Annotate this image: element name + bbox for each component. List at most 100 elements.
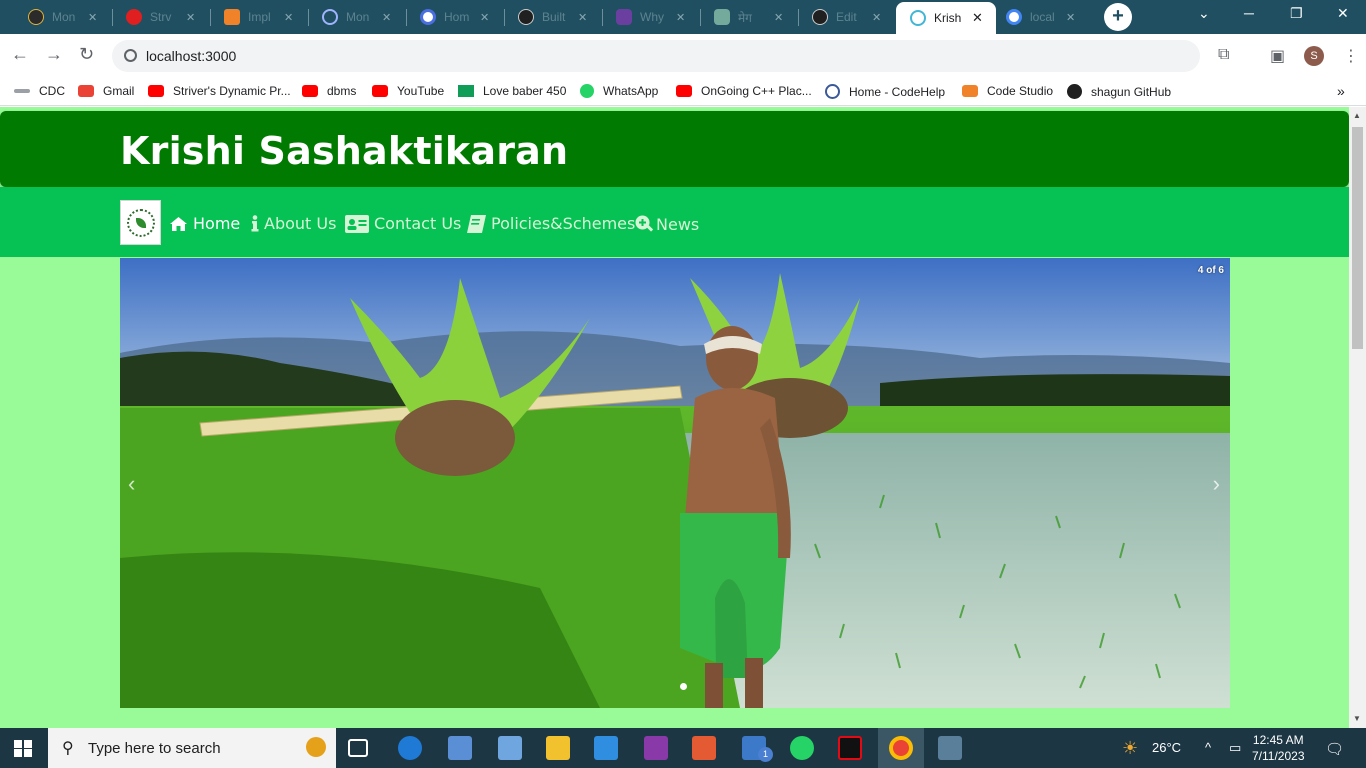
netflix-icon[interactable] [838, 736, 862, 760]
close-icon[interactable]: ✕ [382, 11, 391, 24]
browser-tab[interactable]: Hom ✕ [414, 4, 502, 30]
browser-tab[interactable]: Impl ✕ [218, 4, 306, 30]
back-icon[interactable]: ← [11, 44, 29, 65]
close-icon[interactable]: ✕ [1066, 11, 1075, 24]
nav-news[interactable]: News [634, 214, 699, 234]
reload-icon[interactable]: ↻ [79, 44, 94, 65]
youtube-icon [676, 85, 692, 97]
chevron-right-icon[interactable]: › [1213, 471, 1220, 497]
bookmark-label: Striver's Dynamic Pr... [173, 84, 291, 98]
taskbar-app-active[interactable] [878, 728, 924, 768]
carousel-dot[interactable] [680, 683, 687, 690]
edge-icon[interactable] [398, 736, 422, 760]
pc-icon[interactable] [498, 736, 522, 760]
browser-tab[interactable]: Strv ✕ [120, 4, 208, 30]
scroll-down-icon[interactable]: ▼ [1353, 714, 1361, 723]
forward-icon[interactable]: → [45, 44, 63, 65]
bookmark-item[interactable]: shagun GitHub [1067, 84, 1171, 99]
vscode-icon[interactable] [594, 736, 618, 760]
extensions-icon[interactable]: ⧉ [1218, 46, 1229, 64]
browser-tab-active[interactable]: Krish ✕ [896, 2, 996, 34]
bookmark-label: OnGoing C++ Plac... [701, 84, 812, 98]
chrome-icon[interactable] [889, 736, 913, 760]
bookmark-item[interactable]: WhatsApp [580, 84, 658, 98]
photos-icon[interactable] [448, 736, 472, 760]
chevron-left-icon[interactable]: ‹ [128, 471, 135, 497]
tray-chevron-icon[interactable]: ^ [1205, 740, 1211, 755]
react-icon [910, 10, 926, 26]
onenote-icon[interactable] [644, 736, 668, 760]
google-icon [1006, 9, 1022, 25]
menu-icon[interactable]: ⋮ [1343, 46, 1359, 66]
nav-label: About Us [264, 214, 337, 233]
site-logo[interactable] [120, 200, 161, 245]
whatsapp-icon[interactable] [790, 736, 814, 760]
window-close-icon[interactable]: ✕ [1337, 5, 1349, 22]
search-highlight-icon[interactable] [306, 737, 326, 757]
gmail-icon [78, 85, 94, 97]
side-panel-icon[interactable]: ▣ [1270, 46, 1285, 66]
page-scrollbar[interactable]: ▲ ▼ [1349, 107, 1366, 728]
bookmark-item[interactable]: OnGoing C++ Plac... [676, 84, 812, 98]
calculator-icon[interactable] [938, 736, 962, 760]
tab-title: Mon [346, 10, 370, 24]
close-icon[interactable]: ✕ [284, 11, 293, 24]
close-icon[interactable]: ✕ [480, 11, 489, 24]
site-info-icon[interactable] [124, 49, 137, 62]
bookmark-item[interactable]: Striver's Dynamic Pr... [148, 84, 291, 98]
browser-tab[interactable]: Mon ✕ [22, 4, 110, 30]
windows-start-icon[interactable] [14, 740, 32, 757]
close-icon[interactable]: ✕ [676, 11, 685, 24]
notifications-icon[interactable]: 🗨 [1325, 740, 1344, 758]
powerpoint-icon[interactable] [692, 736, 716, 760]
nav-policies[interactable]: Policies&Schemes [467, 214, 635, 233]
new-tab-button[interactable]: + [1104, 3, 1132, 31]
bookmark-item[interactable]: YouTube [372, 84, 444, 98]
taskbar-search-box[interactable]: ⚲ Type here to search [48, 728, 336, 768]
browser-tab[interactable]: local ✕ [1000, 4, 1088, 30]
close-icon[interactable]: ✕ [88, 11, 97, 24]
close-icon[interactable]: ✕ [774, 11, 783, 24]
browser-tab[interactable]: Edit ✕ [806, 4, 894, 30]
scrollbar-thumb[interactable] [1352, 127, 1363, 349]
close-icon[interactable]: ✕ [578, 11, 587, 24]
restore-icon[interactable]: ❐ [1290, 5, 1303, 22]
home-icon [170, 216, 187, 231]
bookmark-item[interactable]: Code Studio [962, 84, 1053, 98]
battery-icon[interactable]: ▭ [1229, 740, 1241, 756]
scroll-up-icon[interactable]: ▲ [1353, 111, 1361, 120]
bookmarks-overflow-button[interactable]: » [1337, 83, 1345, 99]
minimize-icon[interactable]: ─ [1244, 5, 1254, 21]
nav-label: Policies&Schemes [491, 214, 636, 233]
image-carousel[interactable]: 4 of 6 ‹ › [120, 258, 1230, 708]
browser-tab[interactable]: Why ✕ [610, 4, 698, 30]
close-icon[interactable]: ✕ [186, 11, 195, 24]
weather-temp[interactable]: 26°C [1152, 740, 1181, 755]
url-text[interactable]: localhost:3000 [146, 48, 236, 64]
address-bar[interactable]: localhost:3000 [112, 40, 1200, 72]
profile-avatar[interactable]: S [1304, 46, 1324, 66]
bookmark-item[interactable]: Home - CodeHelp [825, 84, 945, 99]
bookmark-item[interactable]: CDC [14, 84, 65, 98]
task-view-icon[interactable] [348, 739, 368, 757]
nav-home[interactable]: Home [169, 214, 240, 233]
bookmark-item[interactable]: Love baber 450 [458, 84, 566, 98]
browser-tab[interactable]: Built ✕ [512, 4, 600, 30]
file-explorer-icon[interactable] [546, 736, 570, 760]
bookmark-label: Home - CodeHelp [849, 84, 946, 99]
contact-card-icon [345, 214, 369, 233]
browser-tab[interactable]: मेग ✕ [708, 4, 796, 30]
browser-tab[interactable]: Mon ✕ [316, 4, 404, 30]
nav-about[interactable]: About Us [251, 214, 336, 233]
nav-contact[interactable]: Contact Us [345, 214, 461, 233]
bookmark-item[interactable]: dbms [302, 84, 356, 98]
info-icon [251, 215, 259, 232]
tab-title: Built [542, 10, 566, 24]
bookmark-item[interactable]: Gmail [78, 84, 134, 98]
taskbar-clock[interactable]: 12:45 AM 7/11/2023 [1252, 732, 1305, 764]
close-icon[interactable]: ✕ [972, 10, 983, 26]
tab-search-icon[interactable]: ⌄ [1198, 5, 1210, 22]
close-icon[interactable]: ✕ [872, 11, 881, 24]
youtube-icon [148, 85, 164, 97]
chatgpt-icon [714, 9, 730, 25]
